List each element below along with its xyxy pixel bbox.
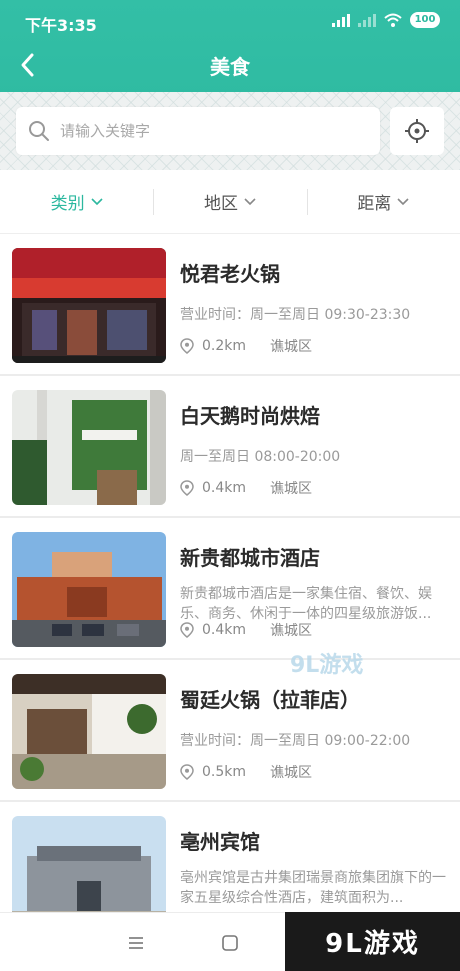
- status-bar: 下午3:35 100: [0, 0, 460, 40]
- item-location: 0.2km 谯城区: [180, 336, 312, 356]
- location-pin-icon: [180, 622, 194, 638]
- menu-icon[interactable]: [124, 931, 148, 955]
- nav-bar: 美食: [0, 40, 460, 92]
- item-title: 蜀廷火锅（拉菲店）: [180, 688, 360, 712]
- wifi-icon: [384, 13, 402, 27]
- list-item[interactable]: 新贵都城市酒店 新贵都城市酒店是一家集住宿、餐饮、娱乐、商务、休闲于一体的四星级…: [0, 518, 460, 660]
- item-title: 亳州宾馆: [180, 830, 260, 854]
- filter-label: 距离: [357, 194, 392, 214]
- chevron-down-icon: [397, 197, 409, 205]
- search-box[interactable]: [16, 107, 380, 155]
- home-icon[interactable]: [218, 931, 242, 955]
- page-title: 美食: [210, 55, 250, 79]
- filter-label: 地区: [203, 194, 238, 214]
- chevron-down-icon: [91, 197, 103, 205]
- item-description: 亳州宾馆是古井集团瑞景商旅集团旗下的一家五星级综合性酒店，建筑面积为...: [180, 870, 446, 906]
- hotel-photo: [12, 532, 166, 647]
- item-title: 悦君老火锅: [180, 262, 280, 286]
- item-title: 新贵都城市酒店: [180, 546, 320, 570]
- item-district: 谯城区: [270, 623, 313, 639]
- filter-label: 类别: [50, 194, 85, 214]
- restaurant-photo: [12, 674, 166, 789]
- item-distance: 0.4km: [202, 622, 247, 638]
- list-item[interactable]: 白天鹅时尚烘焙 周一至周日 08:00-20:00 0.4km 谯城区: [0, 376, 460, 518]
- filter-distance[interactable]: 距离: [306, 170, 460, 233]
- signal-icon: [332, 13, 350, 27]
- watermark: 9L游戏: [290, 653, 364, 678]
- list-item[interactable]: 蜀廷火锅（拉菲店） 营业时间：周一至周日 09:00-22:00 0.5km 谯…: [0, 660, 460, 802]
- restaurant-list: 悦君老火锅 营业时间：周一至周日 09:30-23:30 0.2km 谯城区 白…: [0, 234, 460, 944]
- item-hours: 营业时间：周一至周日 09:30-23:30: [180, 307, 411, 323]
- search-icon: [29, 121, 49, 141]
- chevron-down-icon: [244, 197, 256, 205]
- status-time: 下午3:35: [25, 16, 97, 35]
- item-district: 谯城区: [270, 339, 313, 355]
- location-pin-icon: [180, 764, 194, 780]
- item-location: 0.4km 谯城区: [180, 620, 312, 640]
- watermark-logo: 9L游戏: [285, 912, 460, 971]
- item-distance: 0.2km: [202, 338, 247, 354]
- item-location: 0.4km 谯城区: [180, 478, 312, 498]
- filter-region[interactable]: 地区: [153, 170, 306, 233]
- location-pin-icon: [180, 480, 194, 496]
- restaurant-photo: [12, 390, 166, 505]
- item-description: 新贵都城市酒店是一家集住宿、餐饮、娱乐、商务、休闲于一体的四星级旅游饭...: [180, 586, 432, 622]
- location-pin-icon: [180, 338, 194, 354]
- item-hours: 周一至周日 08:00-20:00: [180, 449, 341, 465]
- item-distance: 0.5km: [202, 764, 247, 780]
- item-district: 谯城区: [270, 481, 313, 497]
- filter-category[interactable]: 类别: [0, 170, 153, 233]
- crosshair-icon: [405, 119, 429, 143]
- item-location: 0.5km 谯城区: [180, 762, 312, 782]
- item-hours: 营业时间：周一至周日 09:00-22:00: [180, 733, 411, 749]
- battery-indicator: 100: [410, 12, 440, 28]
- signal-secondary-icon: [358, 13, 376, 27]
- item-distance: 0.4km: [202, 480, 247, 496]
- restaurant-photo: [12, 248, 166, 363]
- list-item[interactable]: 悦君老火锅 营业时间：周一至周日 09:30-23:30 0.2km 谯城区: [0, 234, 460, 376]
- item-title: 白天鹅时尚烘焙: [180, 404, 320, 428]
- item-district: 谯城区: [270, 765, 313, 781]
- search-input[interactable]: [60, 122, 350, 140]
- locate-button[interactable]: [390, 107, 444, 155]
- filter-bar: 类别 地区 距离: [0, 170, 460, 234]
